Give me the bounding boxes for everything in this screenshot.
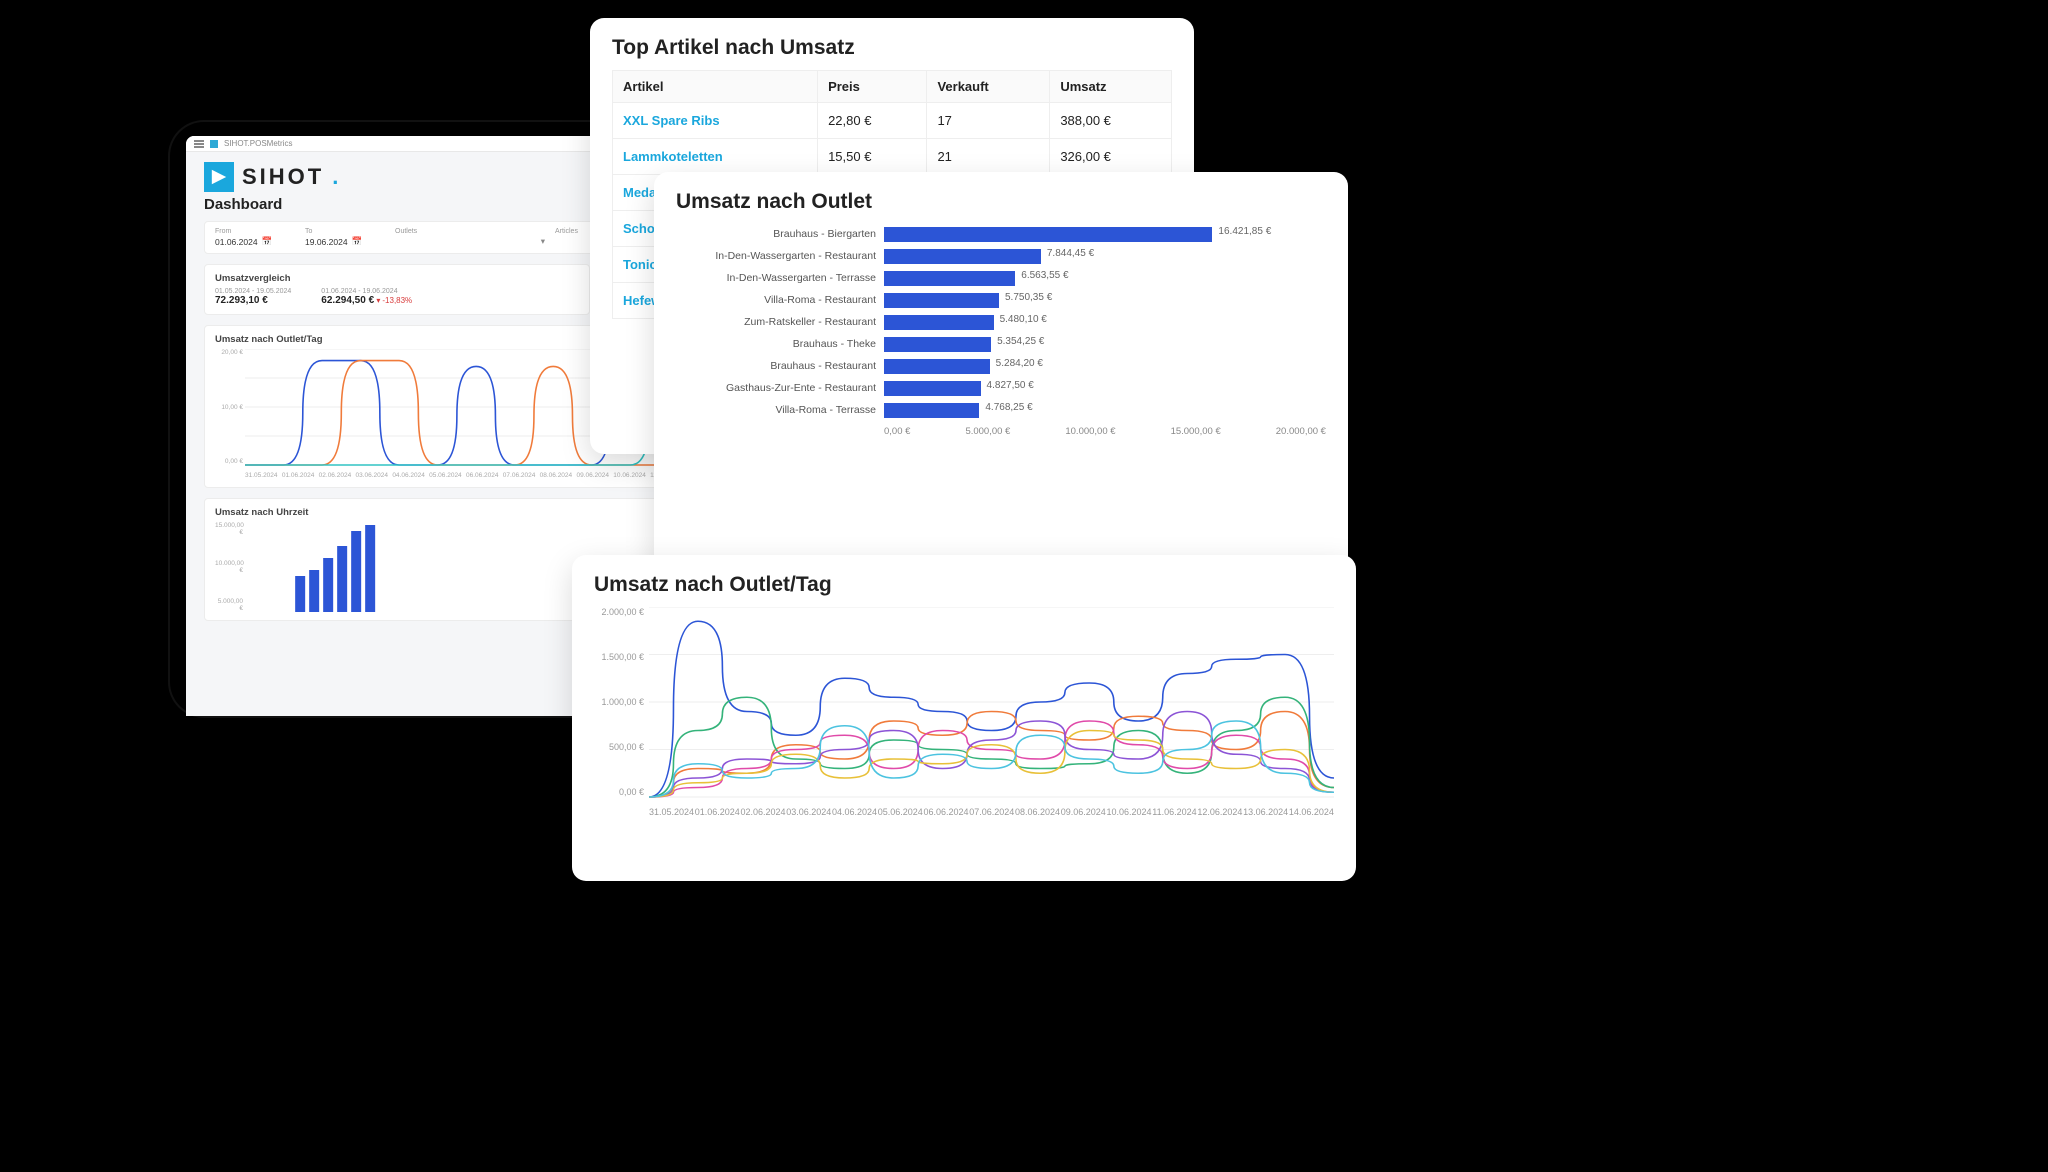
kpi-range-b: 01.06.2024 - 19.06.2024: [321, 288, 412, 295]
card-title: Umsatzvergleich: [215, 273, 579, 284]
hbar-label: Gasthaus-Zur-Ente - Restaurant: [676, 382, 876, 394]
trend-down-icon: ▾: [376, 296, 380, 305]
hbar-row[interactable]: Brauhaus - Biergarten 16.421,85 €: [676, 224, 1326, 244]
hbar-bar: [884, 249, 1041, 264]
hbar-bar: [884, 271, 1015, 286]
app-product-name: SIHOT.POSMetrics: [224, 139, 292, 148]
hbar-chart: Brauhaus - Biergarten 16.421,85 € In-Den-W…: [676, 224, 1326, 420]
hbar-value: 16.421,85 €: [1218, 226, 1271, 237]
axis-tick: 0,00 €: [884, 426, 910, 437]
hbar-label: Villa-Roma - Restaurant: [676, 294, 876, 306]
axis-tick: 10.000,00 €: [1065, 426, 1115, 437]
hbar-value: 7.844,45 €: [1047, 248, 1094, 259]
hbar-bar: [884, 359, 990, 374]
artikel-link[interactable]: XXL Spare Ribs: [613, 103, 818, 139]
kpi-value-b: 62.294,50 €: [321, 295, 374, 306]
hbar-bar: [884, 293, 999, 308]
table-header[interactable]: Umsatz: [1050, 71, 1172, 103]
hbar-label: Brauhaus - Restaurant: [676, 360, 876, 372]
card-umsatz-outlet: Umsatz nach Outlet Brauhaus - Biergarten…: [654, 172, 1348, 588]
kpi-range-a: 01.05.2024 - 19.05.2024: [215, 288, 291, 295]
hbar-value: 4.768,25 €: [985, 402, 1032, 413]
artikel-link[interactable]: Lammkoteletten: [613, 139, 818, 175]
cell-price: 15,50 €: [818, 139, 927, 175]
hbar-value: 6.563,55 €: [1021, 270, 1068, 281]
axis-tick: 20.000,00 €: [1276, 426, 1326, 437]
hbar-label: Villa-Roma - Terrasse: [676, 404, 876, 416]
hbar-value: 5.480,10 €: [1000, 314, 1047, 325]
cell-price: 22,80 €: [818, 103, 927, 139]
kpi-delta: ▾-13,83%: [376, 296, 412, 305]
hbar-bar: [884, 227, 1212, 242]
hbar-bar: [884, 403, 979, 418]
table-header[interactable]: Verkauft: [927, 71, 1050, 103]
card-title: Umsatz nach Uhrzeit: [215, 507, 700, 518]
hbar-value: 5.284,20 €: [996, 358, 1043, 369]
hbar-label: In-Den-Wassergarten - Restaurant: [676, 250, 876, 262]
card-outlet-day-big: Umsatz nach Outlet/Tag 2.000,00 €1.500,0…: [572, 555, 1356, 881]
hbar-value: 4.827,50 €: [987, 380, 1034, 391]
filter-to-label: To: [305, 228, 385, 235]
hbar-row[interactable]: Villa-Roma - Terrasse 4.768,25 €: [676, 400, 1326, 420]
table-header[interactable]: Preis: [818, 71, 927, 103]
hbar-row[interactable]: Gasthaus-Zur-Ente - Restaurant 4.827,50 €: [676, 378, 1326, 398]
brand-mark-icon: [204, 162, 234, 192]
filter-from-value: 01.06.2024: [215, 237, 258, 247]
hbar-value: 5.750,35 €: [1005, 292, 1052, 303]
calendar-icon[interactable]: 📅: [352, 236, 363, 247]
hbar-bar: [884, 315, 994, 330]
table-header[interactable]: Artikel: [613, 71, 818, 103]
hbar-row[interactable]: Villa-Roma - Restaurant 5.750,35 €: [676, 290, 1326, 310]
filter-outlets-label: Outlets: [395, 228, 545, 235]
cell-sold: 17: [927, 103, 1050, 139]
card-title: Umsatz nach Outlet: [676, 190, 1326, 214]
outlet-day-chart-big: 2.000,00 €1.500,00 €1.000,00 €500,00 €0,…: [594, 607, 1334, 817]
menu-icon[interactable]: [194, 140, 204, 148]
axis-tick: 15.000,00 €: [1171, 426, 1221, 437]
hbar-label: Brauhaus - Biergarten: [676, 228, 876, 240]
table-row[interactable]: XXL Spare Ribs22,80 €17388,00 €: [613, 103, 1172, 139]
hbar-row[interactable]: In-Den-Wassergarten - Restaurant 7.844,45…: [676, 246, 1326, 266]
filter-from[interactable]: From 01.06.2024 📅: [215, 228, 295, 247]
card-title: Top Artikel nach Umsatz: [612, 36, 1172, 60]
table-row[interactable]: Lammkoteletten15,50 €21326,00 €: [613, 139, 1172, 175]
card-title: Umsatz nach Outlet/Tag: [594, 573, 1334, 597]
cell-sold: 21: [927, 139, 1050, 175]
cell-rev: 388,00 €: [1050, 103, 1172, 139]
app-logo-icon: [210, 140, 218, 148]
filter-to[interactable]: To 19.06.2024 📅: [305, 228, 385, 247]
brand-word: SIHOT: [242, 164, 324, 190]
hbar-row[interactable]: Brauhaus - Theke 5.354,25 €: [676, 334, 1326, 354]
filter-outlets[interactable]: Outlets ▾: [395, 228, 545, 247]
filter-to-value: 19.06.2024: [305, 237, 348, 247]
chevron-down-icon[interactable]: ▾: [541, 236, 545, 247]
hbar-label: In-Den-Wassergarten - Terrasse: [676, 272, 876, 284]
calendar-icon[interactable]: 📅: [262, 236, 273, 247]
hbar-bar: [884, 381, 981, 396]
hbar-bar: [884, 337, 991, 352]
cell-rev: 326,00 €: [1050, 139, 1172, 175]
filter-from-label: From: [215, 228, 295, 235]
hbar-row[interactable]: Zum-Ratskeller - Restaurant 5.480,10 €: [676, 312, 1326, 332]
axis-tick: 5.000,00 €: [965, 426, 1010, 437]
kpi-value-a: 72.293,10 €: [215, 295, 291, 306]
hbar-row[interactable]: Brauhaus - Restaurant 5.284,20 €: [676, 356, 1326, 376]
hbar-label: Zum-Ratskeller - Restaurant: [676, 316, 876, 328]
brand-dot: .: [332, 164, 341, 190]
hbar-label: Brauhaus - Theke: [676, 338, 876, 350]
hbar-row[interactable]: In-Den-Wassergarten - Terrasse 6.563,55 €: [676, 268, 1326, 288]
hbar-value: 5.354,25 €: [997, 336, 1044, 347]
card-umsatzvergleich: Umsatzvergleich 01.05.2024 - 19.05.2024 …: [204, 264, 590, 315]
